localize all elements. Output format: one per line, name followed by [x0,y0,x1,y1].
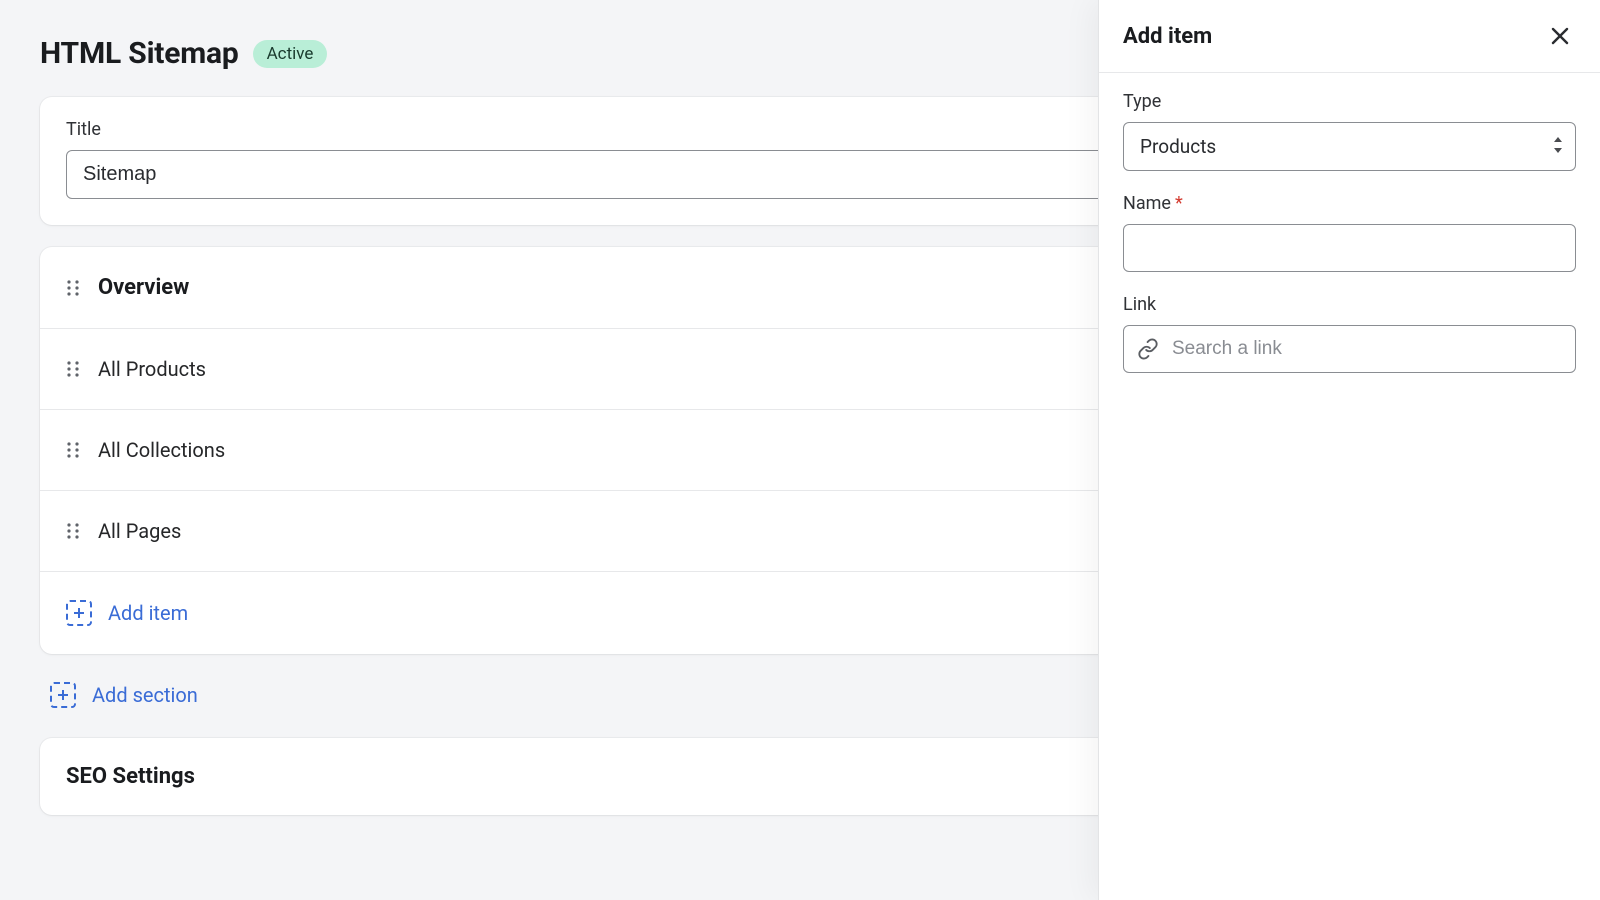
list-item-label: All Products [98,357,206,381]
add-item-label: Add item [108,601,188,625]
link-field: Link [1123,294,1576,373]
drag-handle-icon[interactable] [66,359,80,379]
name-field: Name* [1123,193,1576,272]
drag-handle-icon[interactable] [66,440,80,460]
add-section-label: Add section [92,683,198,707]
list-item-label: All Collections [98,438,225,462]
plus-dashed-icon [50,682,76,708]
name-input[interactable] [1123,224,1576,272]
type-field: Type Products [1123,91,1576,171]
drag-handle-icon[interactable] [66,521,80,541]
required-asterisk: * [1175,193,1183,214]
section-header-label: Overview [98,275,189,300]
add-item-panel: Add item Type Products Name* Link [1098,0,1600,900]
plus-dashed-icon [66,600,92,626]
type-label: Type [1123,91,1576,112]
panel-title: Add item [1123,24,1212,49]
close-button[interactable] [1544,20,1576,52]
link-icon [1137,338,1159,360]
panel-header: Add item [1099,0,1600,73]
link-label: Link [1123,294,1576,315]
drag-handle-icon[interactable] [66,278,80,298]
type-select[interactable]: Products [1123,122,1576,171]
panel-body: Type Products Name* Link [1099,73,1600,391]
close-icon [1548,24,1572,48]
link-input[interactable] [1123,325,1576,373]
name-label: Name* [1123,193,1576,214]
name-label-text: Name [1123,193,1171,214]
status-badge: Active [253,40,328,68]
list-item-label: All Pages [98,519,181,543]
page-title: HTML Sitemap [40,36,239,71]
